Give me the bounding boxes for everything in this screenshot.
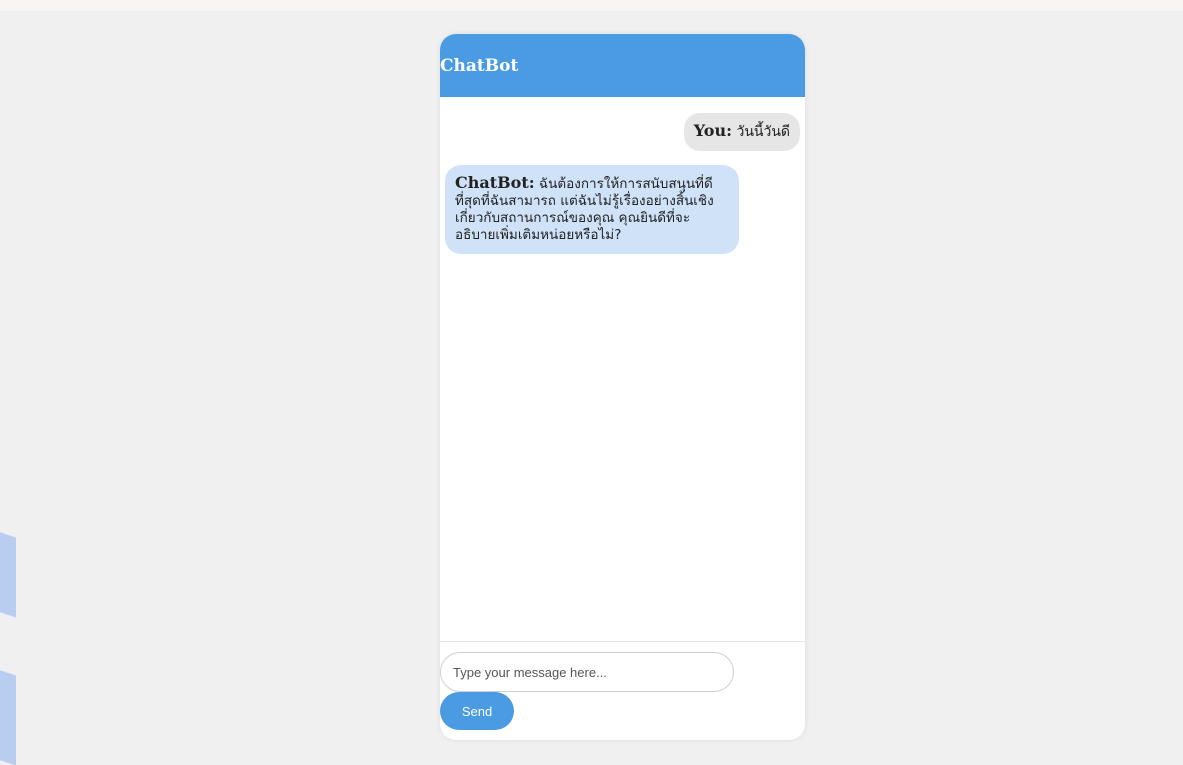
top-strip [0,0,1183,11]
chat-window: ChatBot You: วันนี้วันดี ChatBot: ฉันต้อ… [440,34,805,740]
message-list: You: วันนี้วันดี ChatBot: ฉันต้องการให้ก… [440,97,805,641]
chat-header: ChatBot [440,34,805,97]
message-sender: ChatBot: [455,173,535,192]
input-area: Send [440,641,805,740]
decorative-shape [0,660,16,765]
bot-message: ChatBot: ฉันต้องการให้การสนับสนุนที่ดีที… [445,165,739,254]
message-text: วันนี้วันดี [736,124,790,140]
user-message: You: วันนี้วันดี [683,113,800,151]
chat-title: ChatBot [440,55,519,76]
decorative-shape [0,522,16,618]
message-input[interactable] [440,652,734,692]
message-sender: You: [693,121,733,140]
send-button[interactable]: Send [440,692,514,730]
